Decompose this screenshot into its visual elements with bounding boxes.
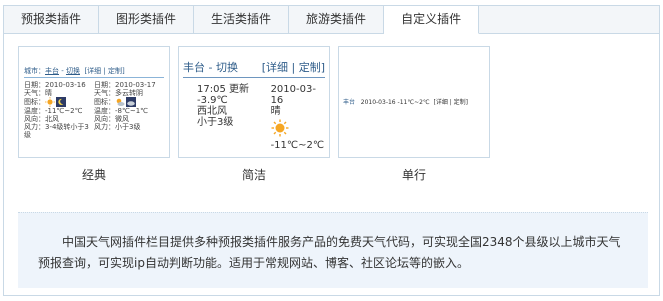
- single-line-content: 丰台 2010-03-16 -11℃~2℃ [详细 | 定制]: [339, 47, 489, 106]
- moon-icon: [56, 97, 66, 107]
- weather: 天气：晴: [24, 89, 52, 97]
- classic-day2: 日期：2010-03-17 天气：多云转阴 图标： 温度：-8℃~1℃ 风向：微…: [94, 81, 164, 139]
- wind-force: 小于3级: [197, 117, 234, 128]
- simple-caption[interactable]: 简洁: [214, 166, 294, 183]
- simple-plugin-preview[interactable]: 丰台 - 切换 [详细 | 定制] 17:05 更新 -3.9℃ 西北风 小于3…: [178, 46, 330, 158]
- tab-forecast[interactable]: 预报类插件: [4, 6, 100, 33]
- update-time: 17:05 更新: [197, 84, 249, 95]
- plugin-panel: 预报类插件 图形类插件 生活类插件 旅游类插件 自定义插件 城市：丰台 - 切换…: [3, 5, 660, 296]
- tab-custom[interactable]: 自定义插件: [384, 6, 480, 34]
- cloudy-night-icon: [126, 97, 136, 107]
- date: 2010-03-16: [360, 99, 396, 106]
- simple-header: 丰台 - 切换 [详细 | 定制]: [183, 59, 325, 78]
- classic-caption[interactable]: 经典: [54, 166, 134, 183]
- switch-link: 切换: [215, 61, 238, 74]
- icon-label: 图标：: [24, 98, 45, 106]
- wind-force: 风力：3-4级转小于3级: [24, 123, 89, 139]
- icon-row: 图标：: [94, 97, 164, 107]
- temperature-range: -11℃~2℃: [397, 99, 430, 106]
- date: 日期：2010-03-17: [94, 81, 156, 89]
- detail-custom-links: [详细 | 定制]: [433, 99, 469, 106]
- partly-cloudy-icon: [116, 98, 125, 106]
- tab-bar: 预报类插件 图形类插件 生活类插件 旅游类插件 自定义插件: [4, 6, 659, 34]
- temperature: 温度：-11℃~2℃: [24, 107, 83, 115]
- weather: 晴: [270, 106, 281, 117]
- detail-custom-links: [详细 | 定制]: [261, 61, 325, 74]
- tab-graphic[interactable]: 图形类插件: [99, 6, 195, 33]
- single-line-caption[interactable]: 单行: [374, 166, 454, 183]
- sun-icon: [45, 97, 55, 107]
- tab-travel[interactable]: 旅游类插件: [289, 6, 385, 33]
- icon-label: 图标：: [94, 98, 115, 106]
- date: 日期：2010-03-16: [24, 81, 86, 89]
- weather: 天气：多云转阴: [94, 89, 143, 97]
- wind-direction: 风向：微风: [94, 115, 129, 123]
- temperature: 温度：-8℃~1℃: [94, 107, 149, 115]
- current-conditions: 17:05 更新 -3.9℃ 西北风 小于3级: [197, 84, 263, 151]
- switch-link: 切换: [65, 67, 80, 75]
- single-line-plugin-preview[interactable]: 丰台 2010-03-16 -11℃~2℃ [详细 | 定制]: [338, 46, 490, 158]
- separator: -: [59, 67, 66, 75]
- current-temperature: -3.9℃: [197, 95, 228, 106]
- classic-day1: 日期：2010-03-16 天气：晴 图标： 温度：-11℃~2℃ 风向：北风 …: [24, 81, 94, 139]
- detail-custom-links: [详细 | 定制]: [84, 67, 125, 75]
- wind-direction: 风向：北风: [24, 115, 59, 123]
- classic-header: 城市：丰台 - 切换 [详细 | 定制]: [24, 67, 164, 78]
- sun-icon: [271, 119, 289, 137]
- city-name: 丰台: [45, 67, 59, 75]
- city-label: 城市：: [24, 67, 45, 75]
- separator: -: [205, 61, 216, 74]
- forecast: 2010-03-16 晴 -11℃~2℃: [263, 84, 325, 151]
- date: 2010-03-16: [270, 84, 316, 106]
- icon-row: 图标：: [24, 97, 94, 107]
- classic-plugin-preview[interactable]: 城市：丰台 - 切换 [详细 | 定制] 日期：2010-03-16 天气：晴 …: [18, 46, 170, 158]
- tab-life[interactable]: 生活类插件: [194, 6, 290, 33]
- wind-direction: 西北风: [197, 106, 227, 117]
- city-name: 丰台: [343, 99, 356, 106]
- wind-force: 风力：小于3级: [94, 123, 141, 131]
- plugin-description: 中国天气网插件栏目提供多种预报类插件服务产品的免费天气代码，可实现全国2348个…: [18, 212, 648, 288]
- temperature-range: -11℃~2℃: [270, 140, 325, 151]
- city-name: 丰台: [183, 61, 205, 74]
